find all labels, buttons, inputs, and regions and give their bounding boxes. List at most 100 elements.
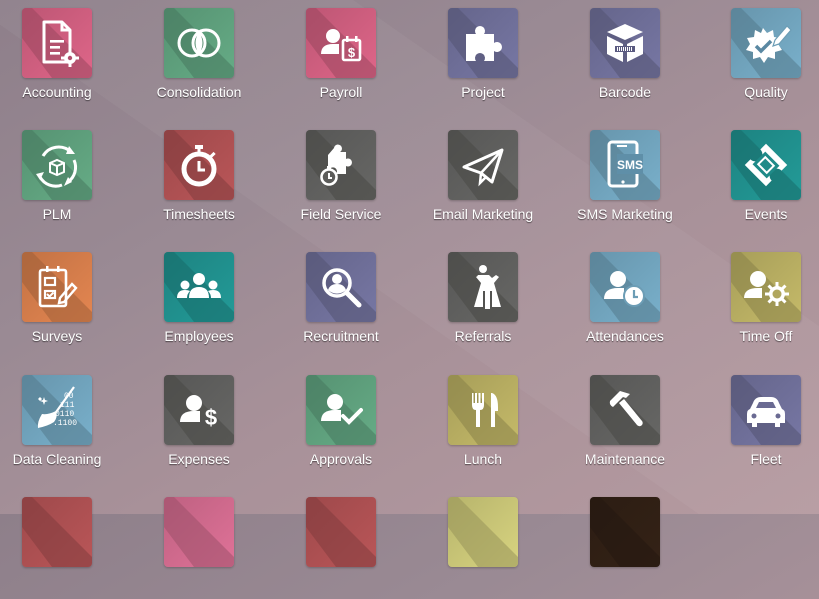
app-consolidation[interactable]: Consolidation (134, 0, 264, 110)
svg-text:SMS: SMS (617, 158, 643, 172)
app-label: Payroll (319, 84, 363, 100)
app-tile (22, 252, 92, 322)
app-barcode[interactable]: Barcode (560, 0, 690, 110)
barcode-box-icon (590, 8, 660, 78)
app-maintenance[interactable]: Maintenance (560, 367, 690, 477)
app-time-off[interactable]: Time Off (701, 244, 819, 354)
app-tile (164, 8, 234, 78)
app-approvals[interactable]: Approvals (276, 367, 406, 477)
app-app-25[interactable] (0, 489, 122, 599)
app-tile (164, 252, 234, 322)
app-label: Quality (744, 84, 788, 100)
app-tile (590, 497, 660, 567)
app-tile: $ (164, 375, 234, 445)
app-label: Attendances (586, 328, 664, 344)
app-tile (22, 497, 92, 567)
app-timesheets[interactable]: Timesheets (134, 122, 264, 232)
app-label: Email Marketing (432, 206, 534, 222)
app-email-marketing[interactable]: Email Marketing (418, 122, 548, 232)
paper-plane-icon (448, 130, 518, 200)
app-lunch[interactable]: Lunch (418, 367, 548, 477)
app-expenses[interactable]: $ Expenses (134, 367, 264, 477)
stopwatch-icon (164, 130, 234, 200)
app-label: Referrals (454, 328, 512, 344)
sms-tablet-icon: SMS (590, 130, 660, 200)
app-attendances[interactable]: Attendances (560, 244, 690, 354)
app-accounting[interactable]: Accounting (0, 0, 122, 110)
app-recruitment[interactable]: Recruitment (276, 244, 406, 354)
app-tile (590, 375, 660, 445)
app-app-26[interactable] (134, 489, 264, 599)
app-label: Events (744, 206, 788, 222)
svg-text:.1100: .1100 (53, 419, 77, 428)
app-tile (731, 130, 801, 200)
app-tile: 00 111 0110.1100 (22, 375, 92, 445)
app-label: Fleet (750, 451, 782, 467)
app-surveys[interactable]: Surveys (0, 244, 122, 354)
survey-clipboard-icon (22, 252, 92, 322)
app-label: Data Cleaning (12, 451, 102, 467)
app-tile (22, 8, 92, 78)
app-label: Time Off (739, 328, 793, 344)
app-tile (306, 130, 376, 200)
app-tile (448, 8, 518, 78)
app-tile (731, 375, 801, 445)
app-plm[interactable]: PLM (0, 122, 122, 232)
app-quality[interactable]: Quality (701, 0, 819, 110)
app-events[interactable]: Events (701, 122, 819, 232)
app-label: SMS Marketing (577, 206, 673, 222)
app-fleet[interactable]: Fleet (701, 367, 819, 477)
field-service-icon (306, 130, 376, 200)
hammer-icon (590, 375, 660, 445)
app-tile (306, 497, 376, 567)
partial-app-icon (22, 497, 92, 567)
app-label: Timesheets (163, 206, 235, 222)
employees-group-icon (164, 252, 234, 322)
app-label: PLM (42, 206, 72, 222)
broom-binary-icon: 001110110.1100 (22, 375, 92, 445)
app-tile (448, 497, 518, 567)
app-label: Recruitment (303, 328, 379, 344)
app-label: Field Service (300, 206, 382, 222)
ticket-icon (731, 130, 801, 200)
app-referrals[interactable]: Referrals (418, 244, 548, 354)
user-gear-icon (731, 252, 801, 322)
app-tile (22, 130, 92, 200)
app-tile (306, 375, 376, 445)
accounting-icon (22, 8, 92, 78)
app-label: Employees (164, 328, 234, 344)
svg-text:$: $ (205, 405, 217, 430)
app-tile (448, 252, 518, 322)
app-tile: SMS (590, 130, 660, 200)
app-app-27[interactable] (276, 489, 406, 599)
app-tile (448, 375, 518, 445)
app-sms-marketing[interactable]: SMS SMS Marketing (560, 122, 690, 232)
app-employees[interactable]: Employees (134, 244, 264, 354)
partial-app-icon (306, 497, 376, 567)
app-app-29[interactable] (560, 489, 690, 599)
app-label: Surveys (31, 328, 83, 344)
app-tile: $ (306, 8, 376, 78)
user-check-icon (306, 375, 376, 445)
app-label: Maintenance (584, 451, 666, 467)
car-icon (731, 375, 801, 445)
app-label: Project (461, 84, 505, 100)
app-tile (164, 130, 234, 200)
recruitment-search-icon (306, 252, 376, 322)
partial-app-icon (448, 497, 518, 567)
app-tile (590, 252, 660, 322)
app-tile (590, 8, 660, 78)
app-project[interactable]: Project (418, 0, 548, 110)
app-field-service[interactable]: Field Service (276, 122, 406, 232)
app-label: Approvals (309, 451, 373, 467)
consolidation-icon (164, 8, 234, 78)
app-app-28[interactable] (418, 489, 548, 599)
user-clock-icon (590, 252, 660, 322)
app-data-cleaning[interactable]: 00 111 0110.1100 Data Cleaning (0, 367, 122, 477)
app-label: Barcode (598, 84, 652, 100)
app-label: Accounting (22, 84, 92, 100)
app-payroll[interactable]: $ Payroll (276, 0, 406, 110)
app-tile (731, 252, 801, 322)
app-tile (448, 130, 518, 200)
user-dollar-icon: $ (164, 375, 234, 445)
